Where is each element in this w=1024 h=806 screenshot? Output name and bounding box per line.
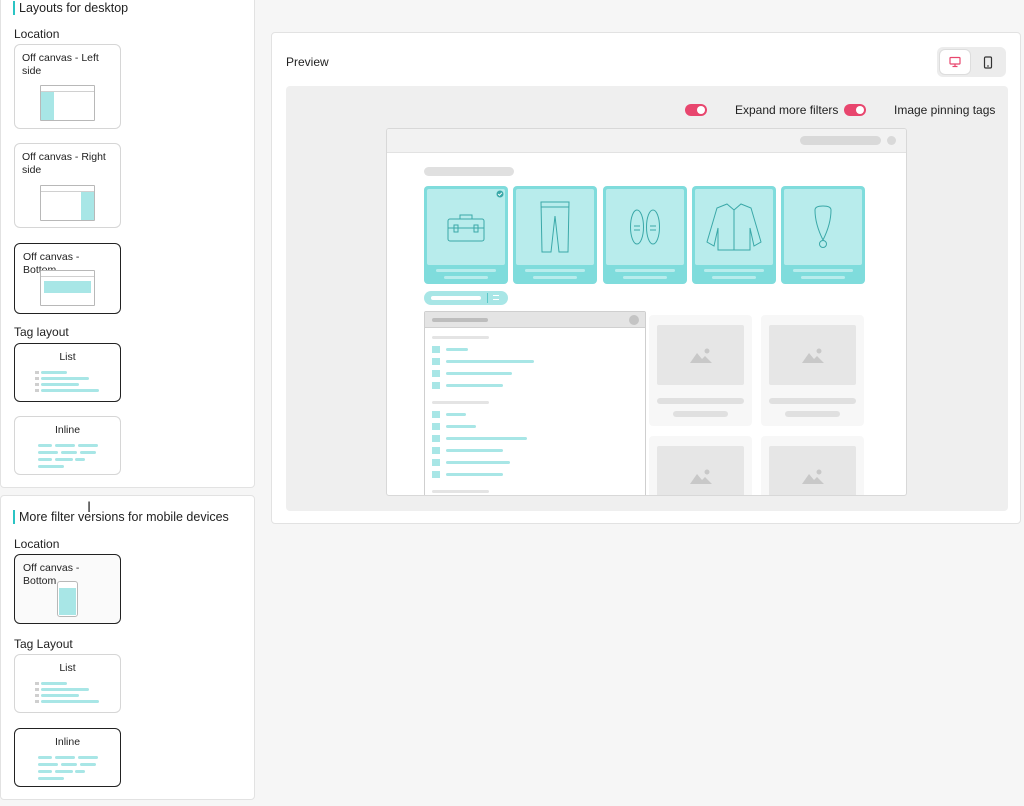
location-option-right-label: Off canvas - Right side	[22, 151, 106, 176]
device-toggle	[937, 47, 1006, 77]
tag-option-list[interactable]: List	[14, 343, 121, 402]
expand-filters-label: Expand more filters	[735, 103, 839, 117]
category-tile-necklace[interactable]	[781, 186, 865, 284]
desktop-device-button[interactable]	[940, 50, 970, 74]
desktop-layouts-panel: Layouts for desktop Location Off canvas …	[0, 0, 255, 488]
product-placeholder-card	[649, 315, 752, 426]
category-tile-jacket[interactable]	[692, 186, 776, 284]
left-side-thumbnail	[40, 85, 95, 121]
expand-filters-toggle[interactable]	[685, 104, 707, 116]
mobile-layouts-panel: More filter versions for mobile devices …	[0, 495, 255, 800]
category-tile-pants[interactable]	[513, 186, 597, 284]
mobile-location-label: Location	[14, 537, 60, 551]
mobile-tag-option-list-label: List	[59, 662, 76, 674]
pants-icon	[540, 201, 570, 253]
preview-panel: Preview Expand more filters Image pinnin…	[271, 32, 1021, 524]
location-option-left[interactable]: Off canvas - Left side	[14, 44, 121, 129]
mobile-device-button[interactable]	[973, 50, 1003, 74]
tag-option-list-label: List	[59, 351, 76, 363]
category-tile-bag[interactable]	[424, 186, 508, 284]
image-pinning-label: Image pinning tags	[894, 103, 996, 117]
mobile-tag-option-list[interactable]: List	[14, 654, 121, 713]
jacket-icon	[706, 203, 762, 251]
preview-browser-mockup	[386, 128, 907, 496]
desktop-layouts-title: Layouts for desktop	[13, 1, 128, 15]
desktop-location-label: Location	[14, 27, 60, 41]
browser-bar	[387, 129, 906, 153]
check-icon	[496, 190, 504, 198]
mobile-bottom-thumbnail	[57, 581, 78, 617]
image-pinning-toggle[interactable]	[844, 104, 866, 116]
product-placeholder-card	[649, 436, 752, 495]
image-placeholder-icon	[689, 348, 712, 363]
preview-title: Preview	[286, 55, 329, 69]
bottom-thumbnail	[40, 270, 95, 306]
shoes-icon	[630, 209, 660, 245]
tag-option-inline-label: Inline	[54, 424, 81, 436]
preview-stage: Expand more filters Image pinning tags	[286, 86, 1008, 511]
necklace-icon	[814, 205, 832, 248]
mobile-tag-option-inline-label: Inline	[54, 736, 81, 748]
image-placeholder-icon	[689, 469, 712, 484]
image-placeholder-icon	[801, 469, 824, 484]
mobile-location-option-bottom[interactable]: Off canvas - Bottom	[14, 554, 121, 624]
text-cursor-icon: I	[87, 500, 92, 516]
mobile-layouts-title: More filter versions for mobile devices	[13, 510, 229, 524]
location-option-bottom[interactable]: Off canvas - Bottom	[14, 243, 121, 314]
filter-lines-icon	[493, 295, 499, 300]
location-option-right[interactable]: Off canvas - Right side	[14, 143, 121, 228]
location-option-left-label: Off canvas - Left side	[22, 52, 99, 77]
category-tile-shoes[interactable]	[603, 186, 687, 284]
right-side-thumbnail	[40, 185, 95, 221]
monitor-icon	[949, 56, 961, 68]
filter-panel-mockup	[424, 311, 646, 495]
mobile-tag-option-inline[interactable]: Inline	[14, 728, 121, 787]
tag-option-inline[interactable]: Inline	[14, 416, 121, 475]
product-placeholder-card	[761, 436, 864, 495]
image-placeholder-icon	[801, 348, 824, 363]
product-placeholder-card	[761, 315, 864, 426]
filter-pill[interactable]	[424, 291, 508, 305]
mobile-tag-layout-label: Tag Layout	[14, 637, 73, 651]
bag-icon	[447, 214, 485, 242]
desktop-tag-layout-label: Tag layout	[14, 325, 69, 339]
phone-icon	[983, 55, 993, 69]
